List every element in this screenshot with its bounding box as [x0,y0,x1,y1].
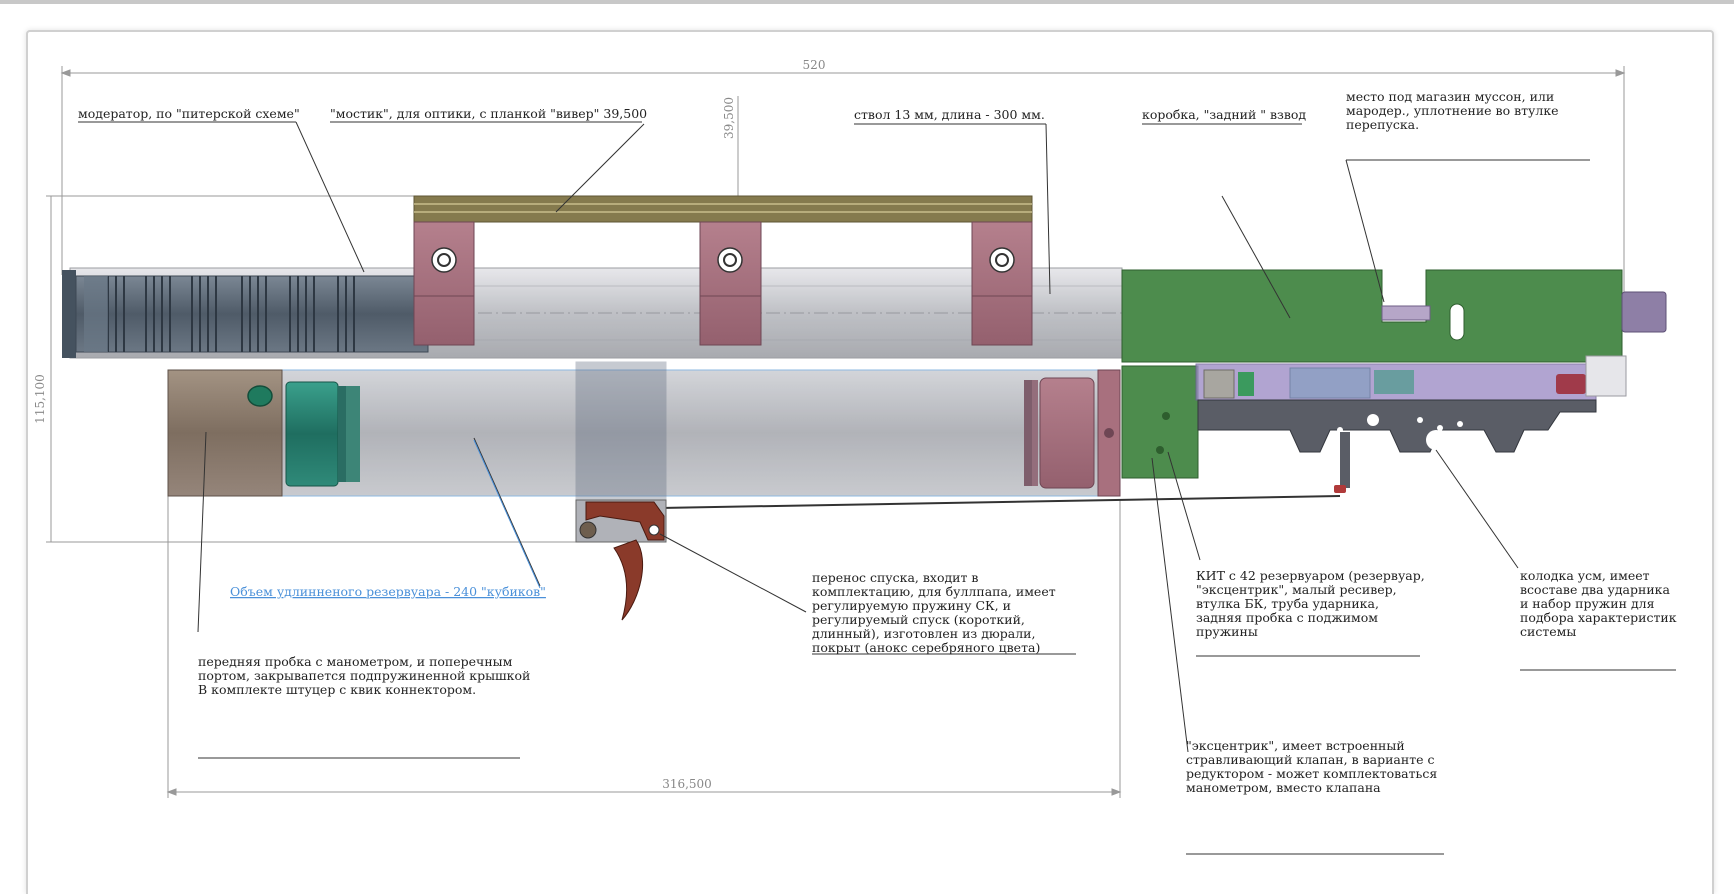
label-trigger-1: перенос спуска, входит в [812,570,978,585]
label-eccentric-3: редуктором - может комплектоваться [1186,766,1437,781]
receiver [1121,269,1667,363]
label-trigger-3: регулируемую пружину СК, и [812,598,1011,613]
label-front-plug-2: портом, закрывапется подпружиненной крыш… [198,668,530,683]
label-trigger-block-5: системы [1520,624,1576,639]
label-barrel: ствол 13 мм, длина - 300 мм. [854,107,1045,122]
reservoir-front-plug [167,369,283,497]
trigger-block [1197,399,1597,493]
label-moderator: модератор, по "питерской схеме" [78,106,300,121]
reservoir-tank [281,369,1121,497]
label-kit-5: пружины [1196,624,1258,639]
label-magazine-2: мародер., уплотнение во втулке [1346,103,1559,118]
label-trigger-6: покрыт (анокс серебряного цвета) [812,640,1040,655]
label-kit-1: КИТ с 42 резервуаром (резервуар, [1196,568,1425,583]
label-bridge: "мостик", для оптики, с планкой "вивер" … [330,106,647,121]
label-reservoir-volume[interactable]: Объем удлинненого резервуара - 240 "куби… [230,584,546,599]
label-trigger-block-3: и набор пружин для [1520,596,1655,611]
rail-mount-3 [971,221,1033,346]
barrel-bushing-clamp [575,361,667,503]
label-trigger-4: регулируемый спуск (короткий, [812,612,1025,627]
label-kit-2: "эксцентрик", малый ресивер, [1196,582,1397,597]
label-front-plug-3: В комплекте штуцер с квик коннектором. [198,682,476,697]
dim-overall-height-label: 115,100 [33,374,47,424]
rail-mount-2 [699,221,762,346]
moderator [62,270,429,358]
label-magazine-1: место под магазин муссон, или [1346,89,1554,104]
label-kit-3: втулка БК, труба ударника, [1196,596,1379,611]
rail-mount-1 [413,221,475,346]
label-front-plug-1: передняя пробка с манометром, и поперечн… [198,654,513,669]
technical-drawing: 520 39,500 115,100 316,500 модератор, по… [33,58,1677,855]
dim-overall-length-label: 520 [803,58,826,72]
dim-reservoir-length-label: 316,500 [662,777,712,791]
eccentric-block [1121,365,1199,479]
label-trigger-5: длинный), изготовлен из дюрали, [812,626,1035,641]
weaver-rail [413,195,1033,223]
label-eccentric-4: манометром, вместо клапана [1186,780,1381,795]
label-eccentric-1: "эксцентрик", имеет встроенный [1186,738,1405,753]
label-kit-4: задняя пробка с поджимом [1196,610,1378,625]
label-magazine-3: перепуска. [1346,117,1419,132]
label-trigger-block-2: всоставе два ударника [1520,582,1670,597]
label-receiver: коробка, "задний " взвод [1142,107,1306,122]
reservoir-teal-seal [285,381,360,487]
label-trigger-block-4: подбора характеристик [1520,610,1677,625]
label-eccentric-2: стравливающий клапан, в варианте с [1186,752,1434,767]
label-trigger-2: комплектацию, для буллпапа, имеет [812,584,1056,599]
label-trigger-block-1: колодка усм, имеет [1520,568,1650,583]
dim-rail-height-label: 39,500 [722,97,736,139]
valve-assembly [1195,355,1627,401]
